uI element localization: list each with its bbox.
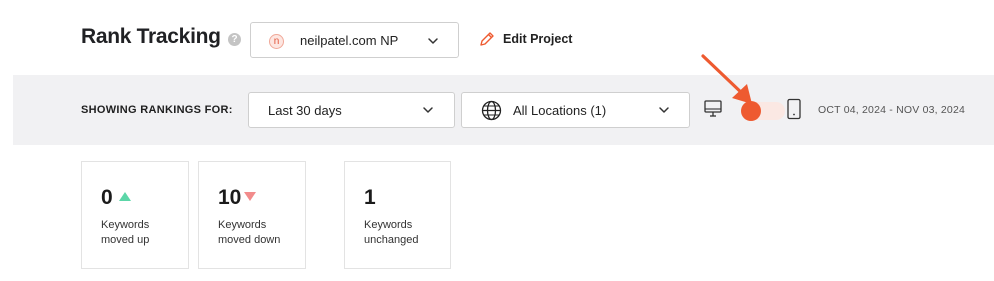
stat-label: Keywords moved up [101,218,201,248]
trend-up-icon [119,192,131,201]
annotation-arrow-icon [701,54,752,104]
trend-down-icon [244,192,256,201]
project-favicon: n [269,34,284,49]
project-select-label: neilpatel.com NP [300,33,399,48]
location-select-label: All Locations (1) [513,103,607,118]
stat-value: 10 [218,186,242,209]
stat-label-line1: Keywords [101,219,150,231]
stat-label-line1: Keywords [218,219,267,231]
question-circle-icon[interactable]: ? [228,33,241,46]
stat-label-line2: moved up [101,234,150,246]
mobile-icon[interactable] [786,98,802,120]
edit-project-label: Edit Project [503,32,573,46]
stat-card-moved-down: 10 Keywords moved down [198,161,306,269]
period-select[interactable]: Last 30 days [248,92,455,128]
showing-rankings-label: SHOWING RANKINGS FOR: [81,104,233,116]
stat-label-line2: moved down [218,234,281,246]
chevron-down-icon [659,107,669,113]
project-select[interactable]: n neilpatel.com NP [250,22,459,58]
stat-label-line1: Keywords [364,219,413,231]
date-range: OCT 04, 2024 - NOV 03, 2024 [818,104,966,116]
stat-card-unchanged: 1 Keywords unchanged [344,161,451,269]
globe-icon [481,100,502,121]
edit-project-button[interactable]: Edit Project [479,29,572,49]
pencil-icon [480,32,494,46]
stat-label-line2: unchanged [364,234,419,246]
chevron-down-icon [428,38,438,44]
page-title: Rank Tracking [81,25,221,48]
filter-bar: SHOWING RANKINGS FOR: Last 30 days All L… [13,75,994,145]
stat-value: 0 [101,186,113,209]
chevron-down-icon [423,107,433,113]
stat-card-moved-up: 0 Keywords moved up [81,161,189,269]
stat-label: Keywords moved down [218,218,318,248]
location-select[interactable]: All Locations (1) [461,92,690,128]
period-select-label: Last 30 days [268,103,342,118]
stat-value: 1 [364,186,376,209]
stat-label: Keywords unchanged [364,218,464,248]
